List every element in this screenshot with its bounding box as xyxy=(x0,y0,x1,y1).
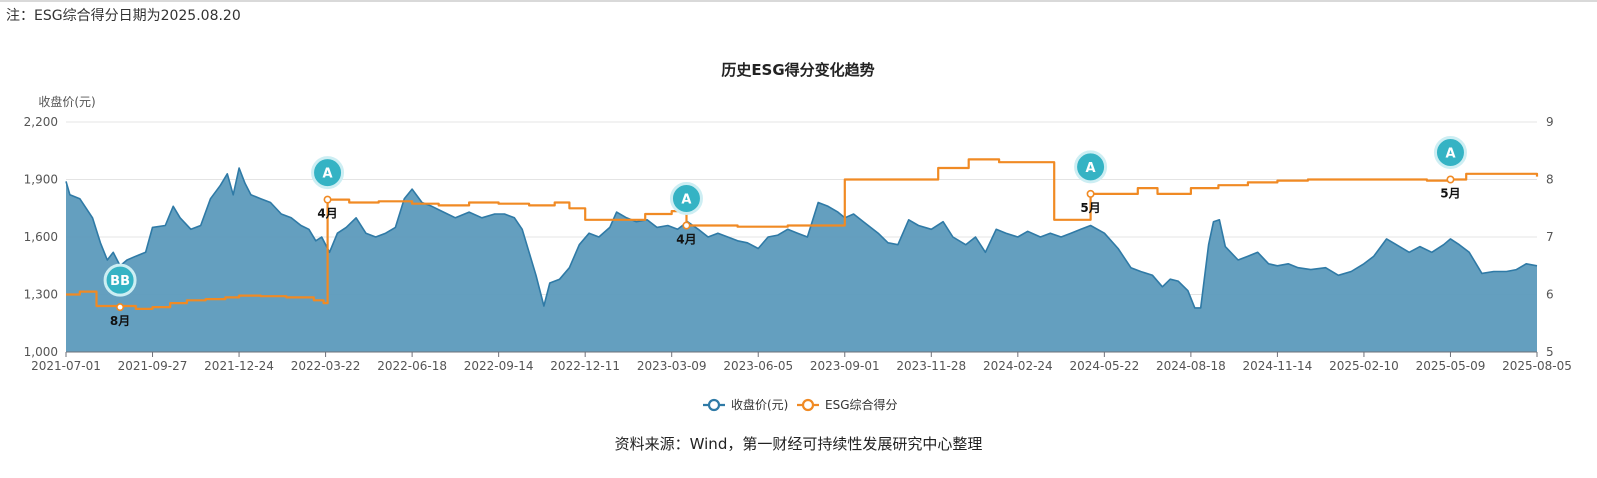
x-tick-label: 2022-12-11 xyxy=(550,359,620,373)
rating-grade-text: A xyxy=(681,193,691,208)
x-tick-label: 2023-03-09 xyxy=(637,359,707,373)
price-area-fill xyxy=(66,168,1537,352)
y-right-tick-label: 9 xyxy=(1546,115,1554,129)
rating-month-label: 5月 xyxy=(1080,201,1100,215)
y-right-tick-label: 8 xyxy=(1546,173,1554,187)
x-tick-label: 2023-06-05 xyxy=(723,359,793,373)
legend-item-price-marker xyxy=(707,398,721,412)
y-left-tick-label: 1,600 xyxy=(24,230,58,244)
y-left-tick-label: 1,900 xyxy=(24,173,58,187)
y-right-tick-label: 5 xyxy=(1546,345,1554,359)
y-left-tick-label: 2,200 xyxy=(24,115,58,129)
x-tick-label: 2024-11-14 xyxy=(1243,359,1313,373)
rating-grade-text: A xyxy=(1445,147,1455,162)
x-tick-label: 2025-08-05 xyxy=(1502,359,1572,373)
rating-month-label: 8月 xyxy=(110,314,130,328)
y-left-tick-label: 1,000 xyxy=(24,345,58,359)
rating-change-point xyxy=(1446,175,1455,184)
rating-month-label: 4月 xyxy=(317,207,337,221)
x-tick-label: 2024-05-22 xyxy=(1069,359,1139,373)
rating-change-point xyxy=(682,221,691,230)
rating-grade-text: BB xyxy=(110,274,130,289)
legend-item-esg-label: ESG综合得分 xyxy=(825,397,898,412)
x-tick-label: 2021-12-24 xyxy=(204,359,274,373)
x-tick-label: 2022-03-22 xyxy=(291,359,361,373)
source-note: 资料来源：Wind，第一财经可持续性发展研究中心整理 xyxy=(614,435,983,453)
y-right-tick-label: 6 xyxy=(1546,288,1554,302)
rating-month-label: 5月 xyxy=(1440,187,1460,201)
rating-grade-text: A xyxy=(323,167,333,182)
x-tick-label: 2023-09-01 xyxy=(810,359,880,373)
legend[interactable]: 收盘价(元) ESG综合得分 xyxy=(703,397,898,412)
x-tick-label: 2022-06-18 xyxy=(377,359,447,373)
x-tick-label: 2021-07-01 xyxy=(31,359,101,373)
x-tick-label: 2021-09-27 xyxy=(118,359,188,373)
y-axis-left-label: 收盘价(元) xyxy=(38,94,95,109)
rating-month-label: 4月 xyxy=(676,233,696,247)
rating-grade-text: A xyxy=(1086,161,1096,176)
x-tick-label: 2023-11-28 xyxy=(896,359,966,373)
x-tick-label: 2025-05-09 xyxy=(1416,359,1486,373)
chart-title: 历史ESG得分变化趋势 xyxy=(721,61,874,79)
rating-change-point xyxy=(116,303,125,312)
legend-item-esg-marker xyxy=(801,398,815,412)
y-left-tick-label: 1,300 xyxy=(24,288,58,302)
y-right-tick-label: 7 xyxy=(1546,230,1554,244)
rating-change-point xyxy=(323,195,332,204)
x-tick-label: 2024-08-18 xyxy=(1156,359,1226,373)
x-tick-label: 2024-02-24 xyxy=(983,359,1053,373)
x-tick-label: 2022-09-14 xyxy=(464,359,534,373)
legend-item-price-label: 收盘价(元) xyxy=(731,397,788,412)
esg-history-chart: 历史ESG得分变化趋势 收盘价(元) 1,000 1,300 1,600 1,900 2… xyxy=(24,61,1572,412)
rating-change-point xyxy=(1086,189,1095,198)
price-area-series xyxy=(65,167,1538,352)
x-tick-label: 2025-02-10 xyxy=(1329,359,1399,373)
